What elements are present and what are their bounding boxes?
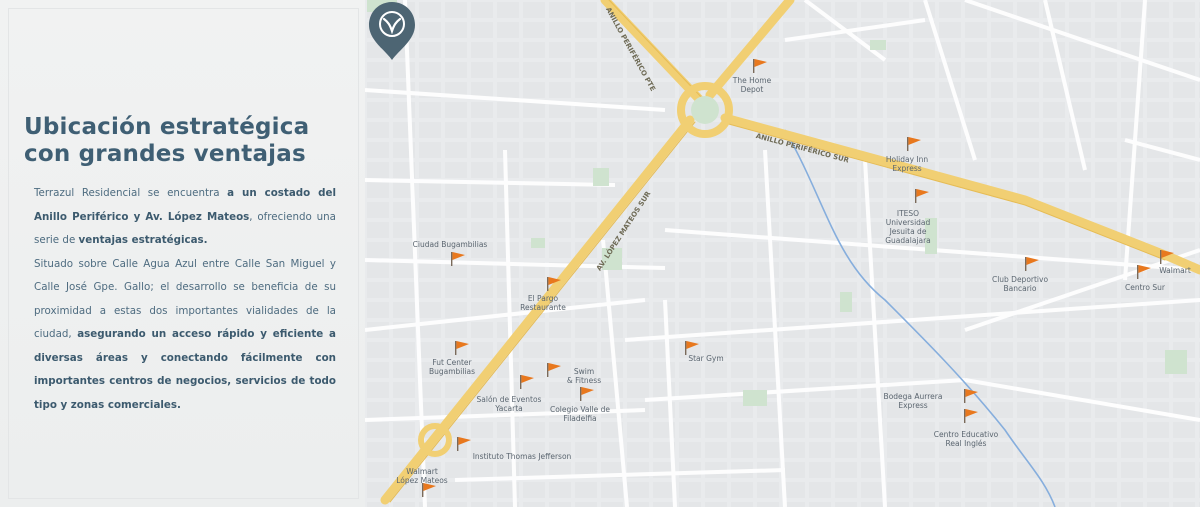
- description-highlight: ventajas estratégicas.: [78, 234, 208, 246]
- info-panel: Ubicación estratégica con grandes ventaj…: [0, 0, 365, 507]
- poi-label: The Home Depot: [732, 76, 772, 94]
- description-text: Terrazul Residencial se encuentra: [34, 187, 228, 199]
- flag-icon: [1025, 257, 1039, 271]
- description-paragraph-1: Terrazul Residencial se encuentra a un c…: [34, 182, 336, 253]
- poi-label: Club Deportivo Bancario: [991, 275, 1049, 293]
- flag-icon: [457, 437, 471, 451]
- poi-label: Centro Sur: [1124, 283, 1166, 292]
- location-pin-icon[interactable]: [365, 0, 419, 62]
- flag-icon: [753, 59, 767, 73]
- poi-label: Salón de Eventos Yacarta: [476, 395, 542, 413]
- description-paragraph-2: Situado sobre Calle Agua Azul entre Call…: [34, 253, 336, 418]
- flag-icon: [964, 389, 978, 403]
- description: Terrazul Residencial se encuentra a un c…: [34, 182, 336, 417]
- flag-icon: [580, 387, 594, 401]
- poi-label: Colegio Valle de Filadelfia: [549, 405, 611, 423]
- headline-line-2: con grandes ventajas: [24, 141, 306, 167]
- poi-label: Star Gym: [688, 354, 724, 363]
- poi-label: Walmart: [1159, 266, 1191, 275]
- poi-label: Fut Center Bugambilias: [428, 358, 476, 376]
- headline-line-1: Ubicación estratégica: [24, 114, 310, 140]
- poi-label: Holiday Inn Express: [885, 155, 929, 173]
- flag-icon: [1137, 265, 1151, 279]
- poi-label: Bodega Aurrera Express: [883, 392, 943, 410]
- flag-icon: [907, 137, 921, 151]
- flag-icon: [964, 409, 978, 423]
- flag-icon: [451, 252, 465, 266]
- poi-label: Swim & Fitness: [566, 367, 602, 385]
- flag-icon: [455, 341, 469, 355]
- flag-icon: [547, 277, 561, 291]
- location-map[interactable]: ANILLO PERIFÉRICO PTE ANILLO PERIFÉRICO …: [365, 0, 1200, 507]
- poi-label: ITESO Universidad Jesuita de Guadalajara: [885, 209, 931, 245]
- flag-icon: [1160, 250, 1174, 264]
- description-highlight: asegurando un acceso rápido y eficiente …: [34, 328, 336, 411]
- poi-label: Centro Educativo Real Inglés: [933, 430, 999, 448]
- poi-label: Walmart López Mateos: [396, 467, 448, 485]
- flag-icon: [520, 375, 534, 389]
- poi-label: El Pargo Restaurante: [520, 294, 566, 312]
- poi-label: Instituto Thomas Jefferson: [472, 452, 572, 461]
- flag-icon: [915, 189, 929, 203]
- poi-label: Ciudad Bugambilias: [412, 240, 488, 249]
- headline: Ubicación estratégica con grandes ventaj…: [24, 114, 360, 168]
